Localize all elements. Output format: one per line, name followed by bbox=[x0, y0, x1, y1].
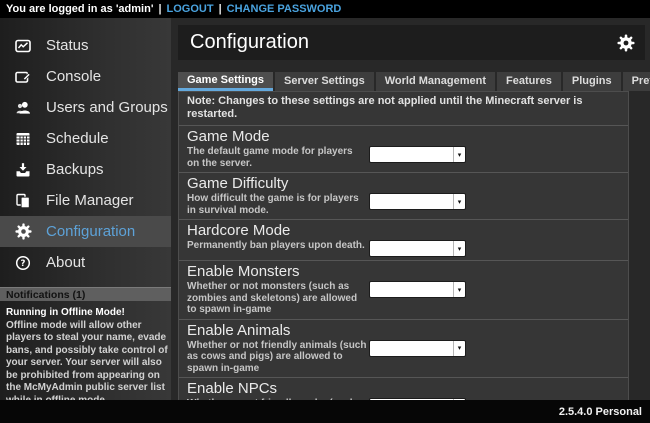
separator: | bbox=[158, 3, 161, 15]
page-title: Configuration bbox=[190, 31, 309, 54]
sidebar-item-label: Console bbox=[46, 68, 101, 85]
sidebar-item-label: Status bbox=[46, 37, 89, 54]
tab-world-management[interactable]: World Management bbox=[376, 72, 495, 91]
sidebar-item-label: Schedule bbox=[46, 130, 109, 147]
top-bar: You are logged in as 'admin' | LOGOUT | … bbox=[0, 0, 650, 18]
hardcore-mode-select[interactable]: ▾ bbox=[369, 240, 466, 257]
config-tabs: Game Settings Server Settings World Mana… bbox=[178, 72, 650, 91]
sidebar-item-label: About bbox=[46, 254, 85, 271]
setting-description: Permanently ban players upon death. bbox=[187, 240, 367, 252]
schedule-icon bbox=[14, 131, 32, 147]
setting-title: Enable Monsters bbox=[187, 264, 620, 280]
chevron-down-icon: ▾ bbox=[453, 194, 465, 209]
question-icon: ? bbox=[14, 255, 32, 271]
users-icon bbox=[14, 100, 32, 116]
enable-animals-select[interactable]: ▾ bbox=[369, 340, 466, 357]
setting-description: How difficult the game is for players in… bbox=[187, 193, 367, 216]
settings-gear-icon[interactable] bbox=[617, 34, 635, 52]
setting-title: Enable NPCs bbox=[187, 381, 620, 397]
page-header: Configuration bbox=[178, 25, 645, 60]
setting-row-enable-animals: Enable Animals Whether or not friendly a… bbox=[179, 320, 628, 379]
settings-panel: Note: Changes to these settings are not … bbox=[178, 91, 629, 403]
sidebar-item-configuration[interactable]: Configuration bbox=[0, 216, 171, 247]
notification-item: Running in Offline Mode! Offline mode wi… bbox=[0, 301, 171, 407]
setting-row-game-difficulty: Game Difficulty How difficult the game i… bbox=[179, 173, 628, 220]
game-difficulty-select[interactable]: ▾ bbox=[369, 193, 466, 210]
sidebar-item-label: Users and Groups bbox=[46, 99, 168, 116]
chevron-down-icon: ▾ bbox=[453, 147, 465, 162]
chevron-down-icon: ▾ bbox=[453, 241, 465, 256]
chevron-down-icon: ▾ bbox=[453, 282, 465, 297]
sidebar-item-label: Backups bbox=[46, 161, 104, 178]
tab-game-settings[interactable]: Game Settings bbox=[178, 72, 273, 91]
notification-text: Offline mode will allow other players to… bbox=[6, 320, 168, 408]
console-icon bbox=[14, 69, 32, 85]
sidebar-item-file-manager[interactable]: File Manager bbox=[0, 185, 171, 216]
sidebar-item-schedule[interactable]: Schedule bbox=[0, 123, 171, 154]
sidebar-item-status[interactable]: Status bbox=[0, 30, 171, 61]
svg-text:?: ? bbox=[21, 259, 26, 269]
gear-icon bbox=[14, 223, 32, 240]
file-manager-icon bbox=[14, 193, 32, 209]
sidebar-item-backups[interactable]: Backups bbox=[0, 154, 171, 185]
version-text: 2.5.4.0 Personal bbox=[559, 406, 642, 418]
sidebar-nav: Status Console Users and Groups bbox=[0, 18, 171, 278]
sidebar: Status Console Users and Groups bbox=[0, 18, 171, 400]
setting-description: The default game mode for players on the… bbox=[187, 146, 367, 169]
sidebar-item-label: Configuration bbox=[46, 223, 135, 240]
change-password-link[interactable]: CHANGE PASSWORD bbox=[227, 3, 342, 15]
logout-link[interactable]: LOGOUT bbox=[167, 3, 214, 15]
setting-title: Game Mode bbox=[187, 129, 620, 145]
logged-in-text: You are logged in as 'admin' bbox=[6, 3, 153, 15]
sidebar-item-console[interactable]: Console bbox=[0, 61, 171, 92]
enable-monsters-select[interactable]: ▾ bbox=[369, 281, 466, 298]
setting-description: Whether or not monsters (such as zombies… bbox=[187, 281, 367, 316]
separator: | bbox=[219, 3, 222, 15]
game-mode-select[interactable]: ▾ bbox=[369, 146, 466, 163]
setting-title: Game Difficulty bbox=[187, 176, 620, 192]
tab-plugins[interactable]: Plugins bbox=[563, 72, 621, 91]
setting-description: Whether or not friendly animals (such as… bbox=[187, 340, 367, 375]
tab-features[interactable]: Features bbox=[497, 72, 561, 91]
status-icon bbox=[14, 38, 32, 54]
tab-server-settings[interactable]: Server Settings bbox=[275, 72, 374, 91]
setting-row-hardcore-mode: Hardcore Mode Permanently ban players up… bbox=[179, 220, 628, 261]
setting-row-game-mode: Game Mode The default game mode for play… bbox=[179, 126, 628, 173]
setting-title: Hardcore Mode bbox=[187, 223, 620, 239]
notifications-header: Notifications (1) bbox=[0, 287, 171, 301]
setting-row-enable-monsters: Enable Monsters Whether or not monsters … bbox=[179, 261, 628, 320]
notification-title: Running in Offline Mode! bbox=[6, 307, 168, 320]
chevron-down-icon: ▾ bbox=[453, 341, 465, 356]
sidebar-item-label: File Manager bbox=[46, 192, 134, 209]
restart-note: Note: Changes to these settings are not … bbox=[179, 92, 628, 126]
tab-preferences[interactable]: Preferences bbox=[623, 72, 650, 91]
footer-bar: 2.5.4.0 Personal bbox=[0, 400, 650, 423]
sidebar-item-about[interactable]: ? About bbox=[0, 247, 171, 278]
backups-icon bbox=[14, 162, 32, 178]
sidebar-item-users-and-groups[interactable]: Users and Groups bbox=[0, 92, 171, 123]
setting-title: Enable Animals bbox=[187, 323, 620, 339]
